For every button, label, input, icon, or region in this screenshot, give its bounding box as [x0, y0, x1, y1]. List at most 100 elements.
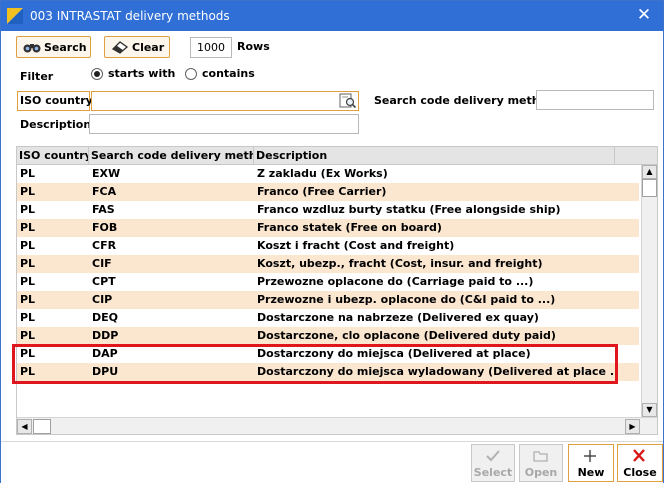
table-row[interactable]: PL CPT Przewozne oplacone do (Carriage p… [17, 273, 639, 291]
search-button-label: Search [44, 40, 87, 54]
table-row[interactable]: PL DDP Dostarczone, clo oplacone (Delive… [17, 327, 639, 345]
close-button-label: Close [623, 466, 657, 479]
contains-label: contains [202, 67, 255, 80]
cell-code: CIP [92, 293, 113, 306]
checkmark-icon [486, 450, 500, 462]
cell-iso: PL [20, 311, 36, 324]
cell-description: Z zakladu (Ex Works) [257, 167, 388, 180]
grid-header: ISO country Search code delivery method … [17, 147, 657, 165]
contains-radio[interactable]: contains [185, 67, 255, 80]
cell-code: CIF [92, 257, 112, 270]
select-button[interactable]: Select [471, 444, 515, 482]
rows-input[interactable] [190, 37, 232, 58]
cell-iso: PL [20, 167, 36, 180]
column-header-iso-country[interactable]: ISO country [17, 147, 89, 165]
close-icon[interactable]: ✕ [633, 4, 655, 26]
title-bar: 003 INTRASTAT delivery methods ✕ [1, 1, 663, 31]
table-row[interactable]: PL CIP Przewozne i ubezp. oplacone do (C… [17, 291, 639, 309]
table-row[interactable]: PL FAS Franco wzdluz burty statku (Free … [17, 201, 639, 219]
radio-unselected-icon [185, 67, 197, 80]
cell-description: Franco statek (Free on board) [257, 221, 442, 234]
grid-rows: PL EXW Z zakladu (Ex Works) PL FCA Franc… [17, 165, 639, 381]
cell-description: Franco (Free Carrier) [257, 185, 387, 198]
description-label: Description [20, 118, 92, 131]
folder-icon [533, 451, 548, 462]
binoculars-icon [23, 44, 41, 53]
horizontal-scroll-thumb[interactable] [33, 419, 51, 434]
open-button-label: Open [524, 466, 558, 479]
cell-code: FOB [92, 221, 118, 234]
cell-code: FAS [92, 203, 115, 216]
red-x-icon [633, 449, 645, 462]
search-code-input[interactable] [536, 90, 654, 110]
cell-description: Koszt i fracht (Cost and freight) [257, 239, 455, 252]
cell-code: DAP [92, 347, 118, 360]
window-title: 003 INTRASTAT delivery methods [30, 9, 230, 23]
table-row[interactable]: PL DEQ Dostarczone na nabrzeze (Delivere… [17, 309, 639, 327]
dialog-window: 003 INTRASTAT delivery methods ✕ Search … [0, 0, 664, 483]
cell-description: Przewozne oplacone do (Carriage paid to … [257, 275, 534, 288]
table-row[interactable]: PL CFR Koszt i fracht (Cost and freight) [17, 237, 639, 255]
column-header-description[interactable]: Description [254, 147, 615, 165]
vertical-scrollbar[interactable]: ▲ ▼ [641, 165, 657, 417]
cell-description: Przewozne i ubezp. oplacone do (C&I paid… [257, 293, 556, 306]
cell-code: DDP [92, 329, 119, 342]
cell-code: CFR [92, 239, 117, 252]
cell-code: DEQ [92, 311, 118, 324]
cell-description: Koszt, ubezp., fracht (Cost, insur. and … [257, 257, 543, 270]
horizontal-scrollbar[interactable]: ◀ ▶ [17, 417, 657, 434]
cell-iso: PL [20, 257, 36, 270]
starts-with-radio[interactable]: starts with [91, 67, 175, 80]
app-icon [7, 8, 23, 24]
search-code-label: Search code delivery method [374, 94, 556, 107]
filter-label: Filter [20, 70, 54, 83]
scroll-left-icon[interactable]: ◀ [17, 419, 32, 434]
cell-description: Franco wzdluz burty statku (Free alongsi… [257, 203, 561, 216]
clear-button-label: Clear [132, 40, 165, 54]
cell-code: EXW [92, 167, 121, 180]
iso-country-label: ISO country [20, 94, 93, 107]
cell-description: Dostarczone na nabrzeze (Delivered ex qu… [257, 311, 539, 324]
cell-iso: PL [20, 365, 36, 378]
rows-label: Rows [237, 40, 270, 53]
scroll-down-icon[interactable]: ▼ [642, 403, 657, 417]
table-row[interactable]: PL FCA Franco (Free Carrier) [17, 183, 639, 201]
cell-code: CPT [92, 275, 116, 288]
table-row[interactable]: PL FOB Franco statek (Free on board) [17, 219, 639, 237]
cell-iso: PL [20, 347, 36, 360]
cell-iso: PL [20, 293, 36, 306]
table-row[interactable]: PL DAP Dostarczony do miejsca (Delivered… [17, 345, 639, 363]
column-header-search-code[interactable]: Search code delivery method [89, 147, 254, 165]
new-button-label: New [577, 466, 605, 479]
cell-code: FCA [92, 185, 117, 198]
select-button-label: Select [473, 466, 513, 479]
scroll-up-icon[interactable]: ▲ [642, 165, 657, 179]
plus-icon [584, 450, 596, 462]
cell-description: Dostarczony do miejsca wyladowany (Deliv… [257, 365, 613, 378]
description-input[interactable] [89, 114, 359, 134]
iso-country-input[interactable] [91, 91, 359, 111]
close-button[interactable]: Close [617, 444, 663, 482]
cell-description: Dostarczone, clo oplacone (Delivered dut… [257, 329, 556, 342]
cell-iso: PL [20, 221, 36, 234]
scroll-right-icon[interactable]: ▶ [625, 419, 640, 434]
radio-selected-icon [91, 67, 103, 80]
cell-iso: PL [20, 203, 36, 216]
new-button[interactable]: New [568, 444, 614, 482]
clear-button[interactable]: Clear [104, 36, 170, 58]
table-row[interactable]: PL EXW Z zakladu (Ex Works) [17, 165, 639, 183]
vertical-scroll-thumb[interactable] [642, 179, 657, 197]
lookup-icon[interactable] [339, 93, 357, 109]
cell-code: DPU [92, 365, 119, 378]
cell-iso: PL [20, 275, 36, 288]
search-button[interactable]: Search [16, 36, 91, 58]
table-row[interactable]: PL CIF Koszt, ubezp., fracht (Cost, insu… [17, 255, 639, 273]
delivery-methods-grid: ISO country Search code delivery method … [16, 146, 658, 435]
cell-description: Dostarczony do miejsca (Delivered at pla… [257, 347, 531, 360]
starts-with-label: starts with [108, 67, 176, 80]
cell-iso: PL [20, 185, 36, 198]
cell-iso: PL [20, 239, 36, 252]
open-button[interactable]: Open [519, 444, 563, 482]
column-header-filler [615, 147, 657, 165]
table-row[interactable]: PL DPU Dostarczony do miejsca wyladowany… [17, 363, 639, 381]
